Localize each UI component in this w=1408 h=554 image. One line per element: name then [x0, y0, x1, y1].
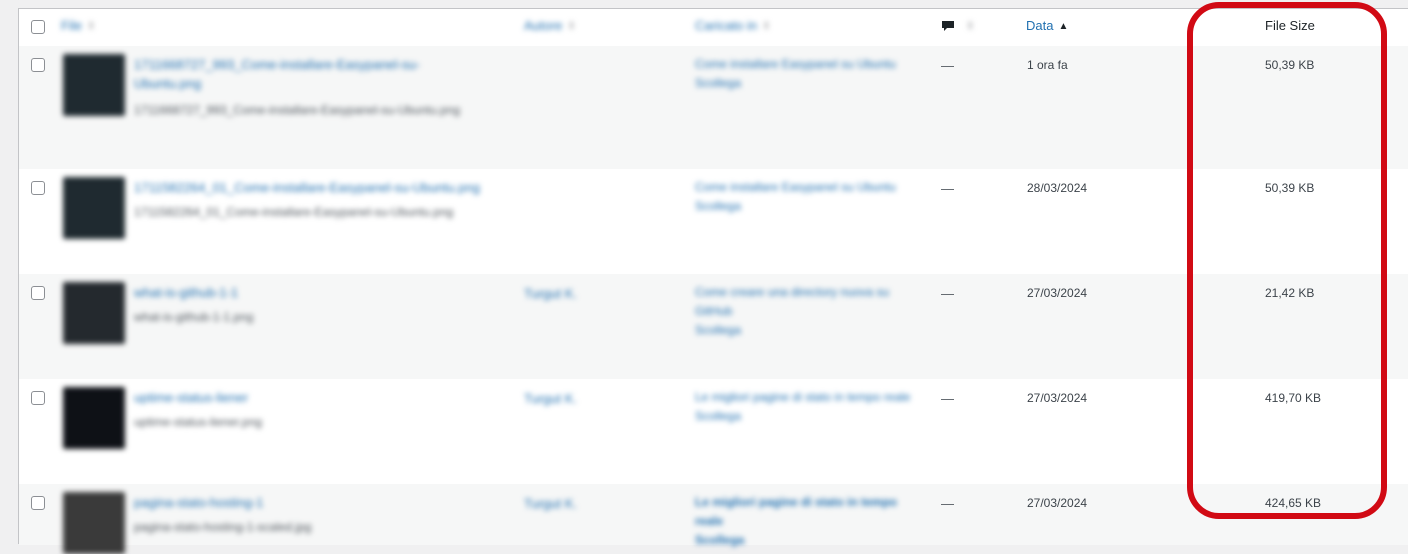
- detach-link[interactable]: Scollega: [695, 531, 920, 550]
- row-checkbox[interactable]: [31, 58, 45, 72]
- author-link[interactable]: Turgut K.: [524, 286, 577, 301]
- file-size: 424,65 KB: [1265, 496, 1322, 510]
- upload-date: 27/03/2024: [1027, 496, 1088, 510]
- table-header: File ⇕ Autore ⇕ Caricato in ⇕ ⇕ Data ▲ File …: [19, 9, 1408, 47]
- upload-date: 27/03/2024: [1027, 391, 1088, 405]
- attached-to-link[interactable]: Le migliori pagine di stato in tempo rea…: [695, 493, 920, 550]
- row-checkbox[interactable]: [31, 391, 45, 405]
- attached-to-link[interactable]: Come installare Easypanel su Ubuntu Scoll…: [695, 55, 920, 93]
- comment-bubble-icon[interactable]: [941, 20, 955, 32]
- media-thumbnail[interactable]: [63, 54, 125, 116]
- column-file-size-header[interactable]: File Size: [1265, 18, 1315, 33]
- attached-to-link[interactable]: Le migliori pagine di stato in tempo rea…: [695, 388, 920, 426]
- column-file-header[interactable]: File ⇕: [61, 18, 95, 33]
- attached-to-link[interactable]: Come installare Easypanel su Ubuntu Scoll…: [695, 178, 920, 216]
- detach-link[interactable]: Scollega: [695, 321, 920, 340]
- media-title-link[interactable]: 1711668727_993_Come-installare-Easypanel…: [134, 55, 454, 93]
- media-thumbnail[interactable]: [63, 282, 125, 344]
- file-size: 21,42 KB: [1265, 286, 1315, 300]
- detach-link[interactable]: Scollega: [695, 74, 920, 93]
- upload-date: 1 ora fa: [1027, 58, 1068, 72]
- comments-count: —: [941, 286, 954, 301]
- comments-count: —: [941, 391, 954, 406]
- media-filename: what-is-github-1-1.png: [134, 310, 254, 324]
- column-date-header[interactable]: Data ▲: [1026, 18, 1068, 33]
- table-row: 1711582264_01_Come-installare-Easypanel-…: [19, 169, 1408, 274]
- column-author-header[interactable]: Autore ⇕: [524, 18, 576, 33]
- media-title-link[interactable]: 1711582264_01_Come-installare-Easypanel-…: [134, 178, 514, 197]
- upload-date: 27/03/2024: [1027, 286, 1088, 300]
- upload-date: 28/03/2024: [1027, 181, 1088, 195]
- attached-to-link[interactable]: Come creare una directory nuova su GitHu…: [695, 283, 920, 340]
- media-list-table: File ⇕ Autore ⇕ Caricato in ⇕ ⇕ Data ▲ File …: [18, 8, 1408, 554]
- media-title-link[interactable]: pagina-stato-hosting-1: [134, 493, 454, 512]
- media-filename: uptime-status-liener.png: [134, 415, 263, 429]
- comments-sort-icon[interactable]: ⇕: [966, 21, 974, 32]
- media-thumbnail[interactable]: [63, 177, 125, 239]
- sort-icon: ⇕: [86, 21, 96, 32]
- row-checkbox[interactable]: [31, 496, 45, 510]
- file-size: 50,39 KB: [1265, 58, 1315, 72]
- row-checkbox[interactable]: [31, 181, 45, 195]
- column-attached-header[interactable]: Caricato in ⇕: [695, 18, 771, 33]
- media-thumbnail[interactable]: [63, 387, 125, 449]
- media-thumbnail[interactable]: [63, 492, 125, 554]
- file-size: 50,39 KB: [1265, 181, 1315, 195]
- media-title-link[interactable]: what-is-github-1-1: [134, 283, 454, 302]
- media-title-link[interactable]: uptime-status-liener: [134, 388, 454, 407]
- media-filename: pagina-stato-hosting-1-scaled.jpg: [134, 520, 312, 534]
- comments-count: —: [941, 496, 954, 511]
- sort-desc-icon: ▲: [1058, 21, 1069, 32]
- table-row: 1711668727_993_Come-installare-Easypanel…: [19, 46, 1408, 169]
- media-filename: 1711582264_01_Come-installare-Easypanel-…: [134, 205, 454, 219]
- detach-link[interactable]: Scollega: [695, 197, 920, 216]
- author-link[interactable]: Turgut K.: [524, 391, 577, 406]
- table-row: what-is-github-1-1 what-is-github-1-1.pn…: [19, 274, 1408, 379]
- detach-link[interactable]: Scollega: [695, 407, 920, 426]
- sort-icon: ⇕: [567, 21, 576, 32]
- table-row: uptime-status-liener uptime-status-liene…: [19, 379, 1408, 484]
- author-link[interactable]: Turgut K.: [524, 496, 577, 511]
- file-size: 419,70 KB: [1265, 391, 1322, 405]
- comments-count: —: [941, 181, 954, 196]
- comments-count: —: [941, 58, 954, 73]
- table-row: pagina-stato-hosting-1 pagina-stato-host…: [19, 484, 1408, 554]
- row-checkbox[interactable]: [31, 286, 45, 300]
- sort-icon: ⇕: [762, 21, 771, 32]
- select-all-checkbox[interactable]: [31, 20, 45, 34]
- media-filename: 1711668727_993_Come-installare-Easypanel…: [134, 103, 460, 117]
